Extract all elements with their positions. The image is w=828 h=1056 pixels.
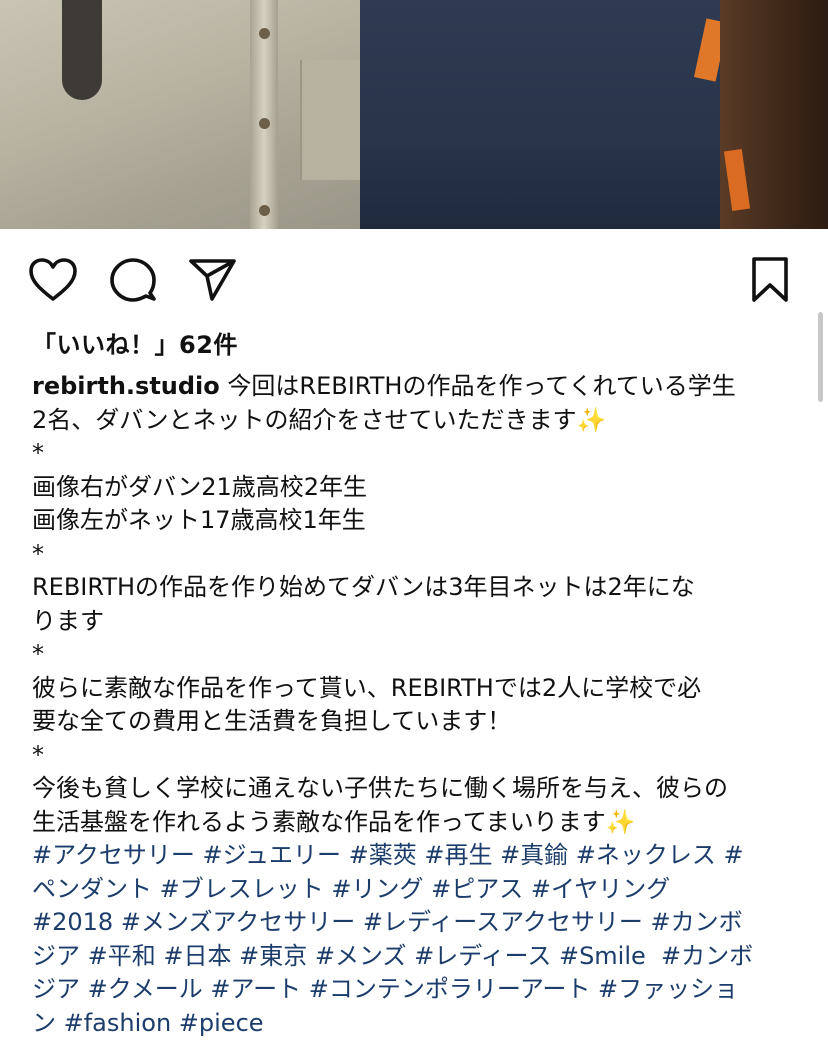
photo-bag-strap xyxy=(62,0,102,100)
caption-line: REBIRTHの作品を作り始めてダバンは3年目ネットは2年にな xyxy=(32,573,695,601)
username-link[interactable]: rebirth.studio xyxy=(32,372,220,400)
paper-plane-icon[interactable] xyxy=(188,257,238,303)
hashtag-line[interactable]: ペンダント #ブレスレット #リング #ピアス #イヤリング xyxy=(32,873,802,907)
photo-shirt-button xyxy=(259,205,270,216)
hashtag-line[interactable]: ジア #クメール #アート #コンテンポラリーアート #ファッショ xyxy=(32,973,802,1007)
hashtag-line[interactable]: ン #fashion #piece xyxy=(32,1007,802,1041)
caption-line: ります xyxy=(32,606,104,635)
caption-line: 要な全ての費用と生活費を負担しています！ xyxy=(32,707,512,735)
hashtag-line[interactable]: #アクセサリー #ジュエリー #薬莢 #再生 #真鍮 #ネックレス # xyxy=(32,839,802,873)
photo-shirt-button xyxy=(259,28,270,39)
photo-right-person xyxy=(360,0,740,229)
post-photo[interactable] xyxy=(0,0,828,229)
caption-line: 生活基盤を作れるよう素敵な作品を作ってまいります✨ xyxy=(32,807,636,836)
caption-line: * xyxy=(32,740,44,769)
caption-line: 今後も貧しく学校に通えない子供たちに働く場所を与え、彼らの xyxy=(32,774,728,802)
caption-line: 2名、ダバンとネットの紹介をさせていただきます✨ xyxy=(32,405,607,434)
scrollbar[interactable] xyxy=(818,312,823,402)
hashtag-line[interactable]: #2018 #メンズアクセサリー #レディースアクセサリー #カンボ xyxy=(32,906,802,940)
photo-shirt-button xyxy=(259,118,270,129)
caption-line: 彼らに素敵な作品を作って貰い、REBIRTHでは2人に学校で必 xyxy=(32,673,702,702)
likes-count[interactable]: 「いいね！」62件 xyxy=(32,325,238,360)
heart-icon[interactable] xyxy=(28,257,78,303)
caption-line: 画像左がネット17歳高校1年生 xyxy=(32,506,366,534)
comment-bubble-icon[interactable] xyxy=(109,256,157,304)
bookmark-icon[interactable] xyxy=(750,256,790,304)
post-caption: rebirth.studio 今回はREBIRTHの作品を作ってくれている学生 … xyxy=(32,370,802,1040)
caption-line: 今回はREBIRTHの作品を作ってくれている学生 xyxy=(227,372,736,400)
caption-line: 画像右がダバン21歳高校2年生 xyxy=(32,472,368,501)
caption-line: * xyxy=(32,539,44,568)
post-action-bar xyxy=(0,229,828,329)
caption-line: * xyxy=(32,640,44,668)
hashtag-block[interactable]: #アクセサリー #ジュエリー #薬莢 #再生 #真鍮 #ネックレス # ペンダン… xyxy=(32,839,802,1040)
caption-line: * xyxy=(32,439,44,467)
hashtag-line[interactable]: ジア #平和 #日本 #東京 #メンズ #レディース #Smile #カンボ xyxy=(32,940,802,974)
